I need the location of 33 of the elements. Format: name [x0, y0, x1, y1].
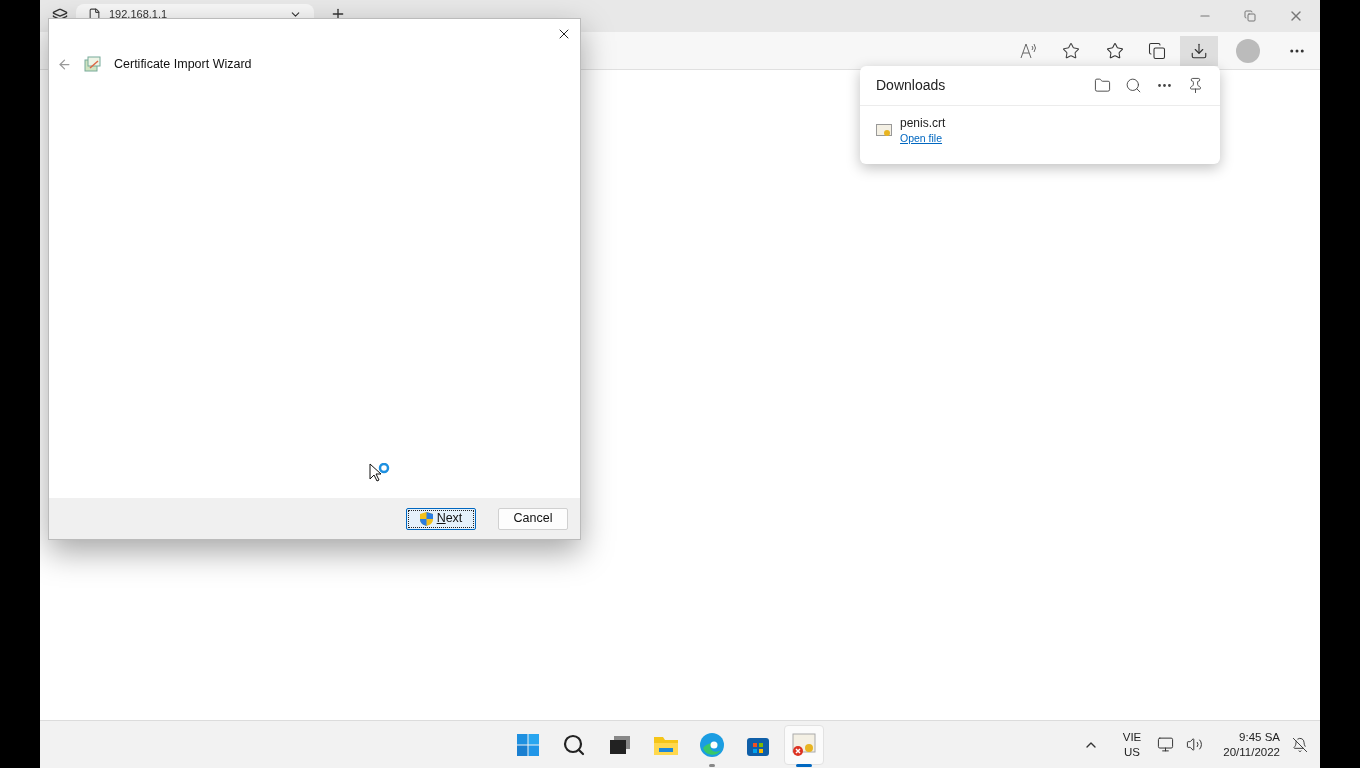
notification-icon[interactable] — [1292, 736, 1308, 753]
file-name: penis.crt — [900, 116, 946, 131]
dialog-title: Certificate Import Wizard — [114, 55, 252, 73]
certificate-error-icon[interactable] — [791, 732, 818, 757]
cancel-button[interactable]: Cancel — [498, 507, 568, 530]
shield-icon — [419, 511, 433, 526]
search-icon[interactable] — [562, 732, 587, 757]
certificate-file-icon — [876, 123, 892, 139]
windows-logo-icon[interactable] — [516, 732, 541, 757]
keyboard-label[interactable]: US — [1124, 744, 1140, 760]
page-icon — [88, 8, 101, 21]
download-icon — [1190, 41, 1208, 60]
open-file-link[interactable]: Open file — [900, 131, 946, 146]
volume-icon[interactable] — [1186, 736, 1204, 753]
tab-title: 192.168.1.1 — [109, 8, 169, 20]
clock-time[interactable]: 9:45 SA — [1239, 729, 1280, 745]
clock-date[interactable]: 20/11/2022 — [1223, 744, 1280, 760]
network-icon[interactable] — [1157, 736, 1175, 753]
next-button[interactable]: Next — [406, 507, 476, 530]
panel-title: Downloads — [876, 76, 947, 95]
search-icon[interactable] — [1125, 77, 1142, 94]
add-favorite-icon[interactable] — [1062, 41, 1080, 60]
language-label[interactable]: VIE — [1122, 729, 1142, 745]
task-view-icon[interactable] — [609, 734, 632, 755]
back-icon[interactable] — [57, 56, 72, 72]
collections-icon[interactable] — [1148, 41, 1166, 60]
pin-icon[interactable] — [1187, 77, 1204, 94]
favorites-icon[interactable] — [1106, 41, 1124, 60]
folder-icon[interactable] — [1094, 77, 1111, 94]
certificate-wizard-icon — [84, 56, 102, 72]
read-aloud-icon[interactable] — [1020, 42, 1038, 59]
browser-icon[interactable] — [699, 731, 726, 758]
downloads-button[interactable] — [1180, 35, 1218, 66]
